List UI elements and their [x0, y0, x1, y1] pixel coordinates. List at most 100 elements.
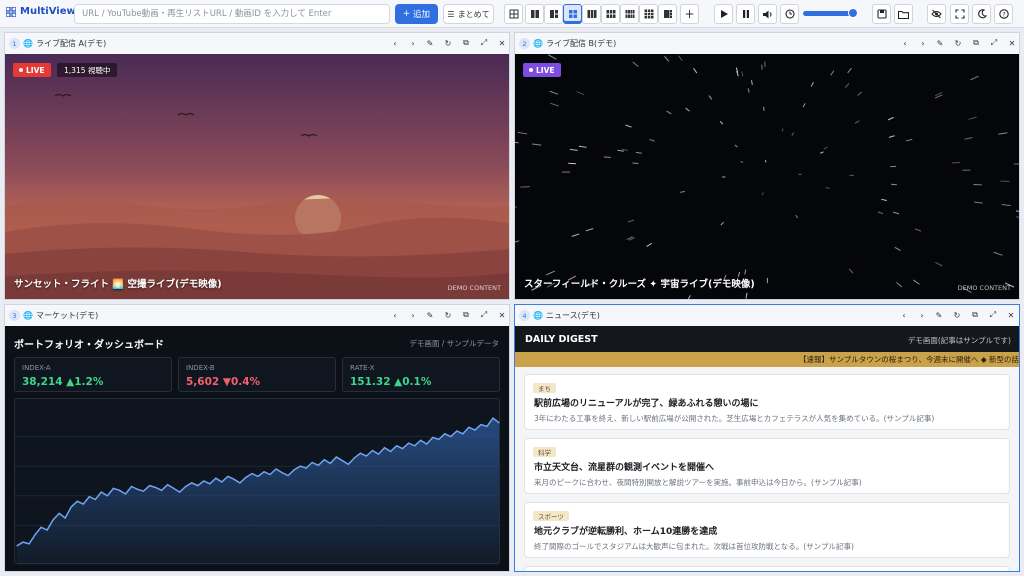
layout-3x2-button[interactable]: [601, 4, 620, 24]
news-headline[interactable]: 市立天文台、流星群の観測イベントを開催へ: [534, 460, 714, 473]
news-headline[interactable]: 駅前広場のリニューアルが完了、緑あふれる憩いの場に: [534, 396, 759, 409]
demo-watermark: DEMO CONTENT: [447, 284, 501, 292]
help-button[interactable]: ?: [994, 4, 1013, 24]
video-title: スターフィールド・クルーズ ✦ 宇宙ライブ(デモ映像): [524, 279, 755, 290]
app-brand: MultiView: [6, 6, 76, 17]
expand-icon[interactable]: ⤢: [988, 310, 998, 320]
external-link-icon[interactable]: ⧉: [971, 38, 981, 48]
news-card[interactable]: 科学 市立天文台、流星群の観測イベントを開催へ 来月のピークに合わせ、夜間特別開…: [524, 438, 1010, 494]
chart-point: [70, 506, 72, 508]
mute-button[interactable]: [758, 4, 777, 24]
star-streak: [887, 116, 894, 121]
prev-icon[interactable]: ‹: [390, 38, 400, 48]
reload-icon[interactable]: ↻: [443, 38, 453, 48]
reload-icon[interactable]: ↻: [443, 310, 453, 320]
chart-point: [148, 485, 151, 487]
chart-point: [185, 485, 187, 488]
news-card[interactable]: スポーツ 地元クラブが逆転勝利、ホーム10連勝を達成 終了間際のゴールでスタジア…: [524, 502, 1010, 558]
close-icon[interactable]: ✕: [1007, 38, 1017, 48]
external-link-icon[interactable]: ⧉: [461, 38, 471, 48]
news-page: DAILY DIGEST デモ画面(記事はサンプルです) 【速報】サンプルタウン…: [515, 326, 1019, 571]
expand-icon[interactable]: ⤢: [479, 310, 489, 320]
external-link-icon[interactable]: ⧉: [461, 310, 471, 320]
external-link-icon[interactable]: ⧉: [970, 310, 980, 320]
chart-point: [305, 467, 307, 469]
video-player-2[interactable]: LIVE スターフィールド・クルーズ ✦ 宇宙ライブ(デモ映像) DEMO CO…: [515, 54, 1019, 299]
chart-point: [173, 487, 175, 489]
edit-icon[interactable]: ✎: [425, 310, 435, 320]
add-button[interactable]: + 追加: [395, 4, 438, 24]
chart-point: [209, 483, 211, 485]
save-button[interactable]: [872, 4, 891, 24]
next-icon[interactable]: ›: [408, 310, 418, 320]
hide-ui-button[interactable]: [927, 4, 946, 24]
news-headline[interactable]: 地元クラブが逆転勝利、ホーム10連勝を達成: [534, 524, 717, 537]
layout-2col-button[interactable]: [525, 4, 544, 24]
dashboard: ポートフォリオ・ダッシュボード デモ画面 / サンプルデータ INDEX-A 38…: [5, 326, 509, 571]
stat-card-index-a: INDEX-A 38,214 ▲1.2%: [14, 357, 172, 392]
panel-number: 4: [519, 310, 530, 321]
volume-slider-knob[interactable]: [848, 8, 858, 18]
star-streak: [844, 83, 850, 88]
expand-icon[interactable]: ⤢: [479, 38, 489, 48]
stat-card-index-b: INDEX-B 5,602 ▼0.4%: [178, 357, 336, 392]
prev-icon[interactable]: ‹: [390, 310, 400, 320]
plus-icon: +: [402, 9, 411, 19]
layout-focus-button[interactable]: [658, 4, 677, 24]
timer-button[interactable]: [780, 4, 799, 24]
news-card[interactable]: [524, 566, 1010, 571]
stat-label: RATE-X: [350, 364, 375, 372]
chart-point: [275, 468, 277, 470]
open-button[interactable]: [894, 4, 913, 24]
bulk-button[interactable]: ☰ まとめて: [443, 4, 494, 24]
next-icon[interactable]: ›: [917, 310, 927, 320]
live-label: LIVE: [26, 65, 45, 75]
reload-icon[interactable]: ↻: [952, 310, 962, 320]
edit-icon[interactable]: ✎: [934, 310, 944, 320]
edit-icon[interactable]: ✎: [425, 38, 435, 48]
chart-point: [359, 452, 362, 454]
chart-point: [94, 498, 96, 501]
play-all-button[interactable]: [714, 4, 733, 24]
chart-point: [456, 430, 458, 432]
close-icon[interactable]: ✕: [497, 38, 507, 48]
star-streak: [894, 246, 901, 251]
next-icon[interactable]: ›: [408, 38, 418, 48]
star-streak: [678, 55, 683, 62]
reload-icon[interactable]: ↻: [953, 38, 963, 48]
layout-3x3-button[interactable]: [639, 4, 658, 24]
eye-off-icon: [931, 9, 942, 19]
close-icon[interactable]: ✕: [1006, 310, 1016, 320]
folder-icon: [898, 10, 909, 19]
layout-1plus2-button[interactable]: [544, 4, 563, 24]
layout-3col-button[interactable]: [582, 4, 601, 24]
layout-2x2-button[interactable]: [563, 4, 582, 24]
next-icon[interactable]: ›: [918, 38, 928, 48]
star-streak: [680, 190, 685, 193]
fullscreen-button[interactable]: [950, 4, 969, 24]
chart-point: [227, 475, 229, 477]
news-card[interactable]: まち 駅前広場のリニューアルが完了、緑あふれる憩いの場に 3年にわたる工事を終え…: [524, 374, 1010, 430]
theme-toggle-button[interactable]: [972, 4, 991, 24]
star-streak: [819, 151, 824, 154]
video-player-1[interactable]: LIVE 1,315 視聴中 サンセット・フライト 🌅 空撮ライブ(デモ映像) …: [5, 54, 509, 299]
star-streak: [913, 279, 920, 285]
demo-watermark: DEMO CONTENT: [957, 284, 1011, 292]
prev-icon[interactable]: ‹: [900, 38, 910, 48]
star-streak: [825, 186, 830, 189]
dashboard-title: ポートフォリオ・ダッシュボード: [14, 340, 164, 351]
prev-icon[interactable]: ‹: [899, 310, 909, 320]
pause-all-button[interactable]: [736, 4, 755, 24]
expand-icon[interactable]: ⤢: [989, 38, 999, 48]
url-input[interactable]: [74, 4, 390, 24]
edit-icon[interactable]: ✎: [935, 38, 945, 48]
chart-point: [347, 463, 349, 465]
layout-4col-button[interactable]: [620, 4, 639, 24]
volume-slider[interactable]: [803, 8, 858, 18]
add-panel-button[interactable]: +: [680, 4, 699, 24]
layout-1x1-button[interactable]: [504, 4, 523, 24]
add-label: 追加: [413, 10, 431, 20]
close-icon[interactable]: ✕: [497, 310, 507, 320]
chart-point: [395, 445, 398, 447]
list-icon: ☰: [447, 9, 455, 19]
